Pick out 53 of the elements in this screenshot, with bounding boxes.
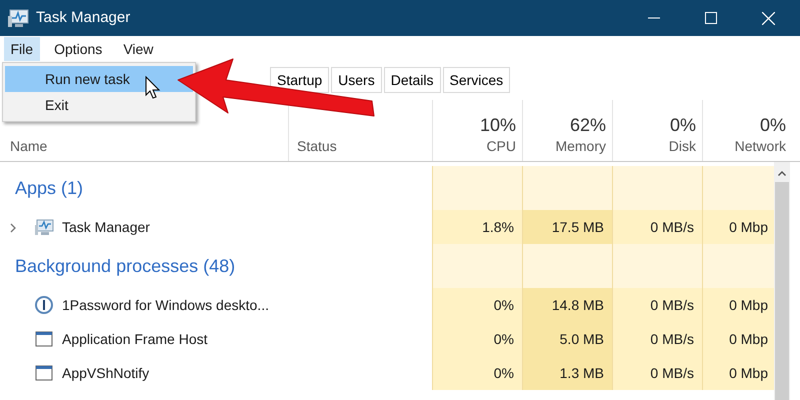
scrollbar[interactable] — [774, 162, 790, 400]
tab[interactable]: Details — [384, 67, 440, 93]
menu-item[interactable]: File — [4, 37, 40, 61]
column-header[interactable]: Memory — [555, 136, 606, 156]
window-icon — [34, 363, 54, 383]
expand-chevron-icon[interactable] — [10, 222, 16, 233]
table-cell: 0% — [432, 356, 522, 390]
column-header[interactable]: Status — [297, 136, 337, 156]
table-cell: 0 Mbp — [702, 322, 776, 356]
table-cell: 5.0 MB — [522, 322, 612, 356]
tab[interactable]: Users — [331, 67, 382, 93]
table-cell: 1.8% — [432, 210, 522, 244]
menu-item[interactable]: Options — [47, 37, 110, 61]
scroll-up-icon[interactable] — [778, 171, 786, 176]
table-cell: 17.5 MB — [522, 210, 612, 244]
table-cell: 0% — [432, 322, 522, 356]
group-title: Background processes (48) — [15, 254, 236, 278]
group-title: Apps (1) — [15, 176, 84, 200]
usage-percent: 62% — [570, 114, 606, 136]
close-icon — [762, 12, 774, 24]
monitor-icon — [34, 217, 54, 237]
tab[interactable]: Services — [442, 67, 510, 93]
table-cell: 0 Mbp — [702, 356, 776, 390]
column-header[interactable]: Disk — [668, 136, 696, 156]
table-cell: 0 Mbp — [702, 288, 776, 322]
window-icon — [34, 329, 54, 349]
usage-percent: 0% — [760, 114, 786, 136]
process-name: Task Manager — [62, 218, 150, 237]
menu-item[interactable]: Run new task — [5, 66, 193, 92]
column-header[interactable]: Name — [10, 136, 48, 156]
mouse-cursor-icon — [146, 76, 160, 99]
usage-percent: 10% — [480, 114, 516, 136]
maximize-icon — [705, 12, 717, 24]
process-name: Application Frame Host — [62, 330, 208, 349]
process-name: 1Password for Windows deskto... — [62, 296, 269, 314]
column-header[interactable]: Network — [734, 136, 786, 156]
scrollbar-thumb[interactable] — [775, 182, 789, 400]
table-cell: 0 MB/s — [612, 288, 702, 322]
table-cell: 0 MB/s — [612, 322, 702, 356]
process-name: AppVShNotify — [62, 364, 150, 383]
window-title: Task Manager — [36, 8, 132, 28]
circle-icon — [34, 295, 54, 315]
menu-item[interactable]: Exit — [5, 92, 193, 118]
menu-item[interactable]: View — [116, 37, 160, 61]
table-cell: 14.8 MB — [522, 288, 612, 322]
table-cell: 0 Mbp — [702, 210, 776, 244]
table-cell: 0% — [432, 288, 522, 322]
table-cell: 1.3 MB — [522, 356, 612, 390]
column-header[interactable]: CPU — [486, 136, 516, 156]
task-manager-icon — [7, 8, 29, 28]
table-cell: 0 MB/s — [612, 356, 702, 390]
table-cell: 0 MB/s — [612, 210, 702, 244]
usage-percent: 0% — [670, 114, 696, 136]
